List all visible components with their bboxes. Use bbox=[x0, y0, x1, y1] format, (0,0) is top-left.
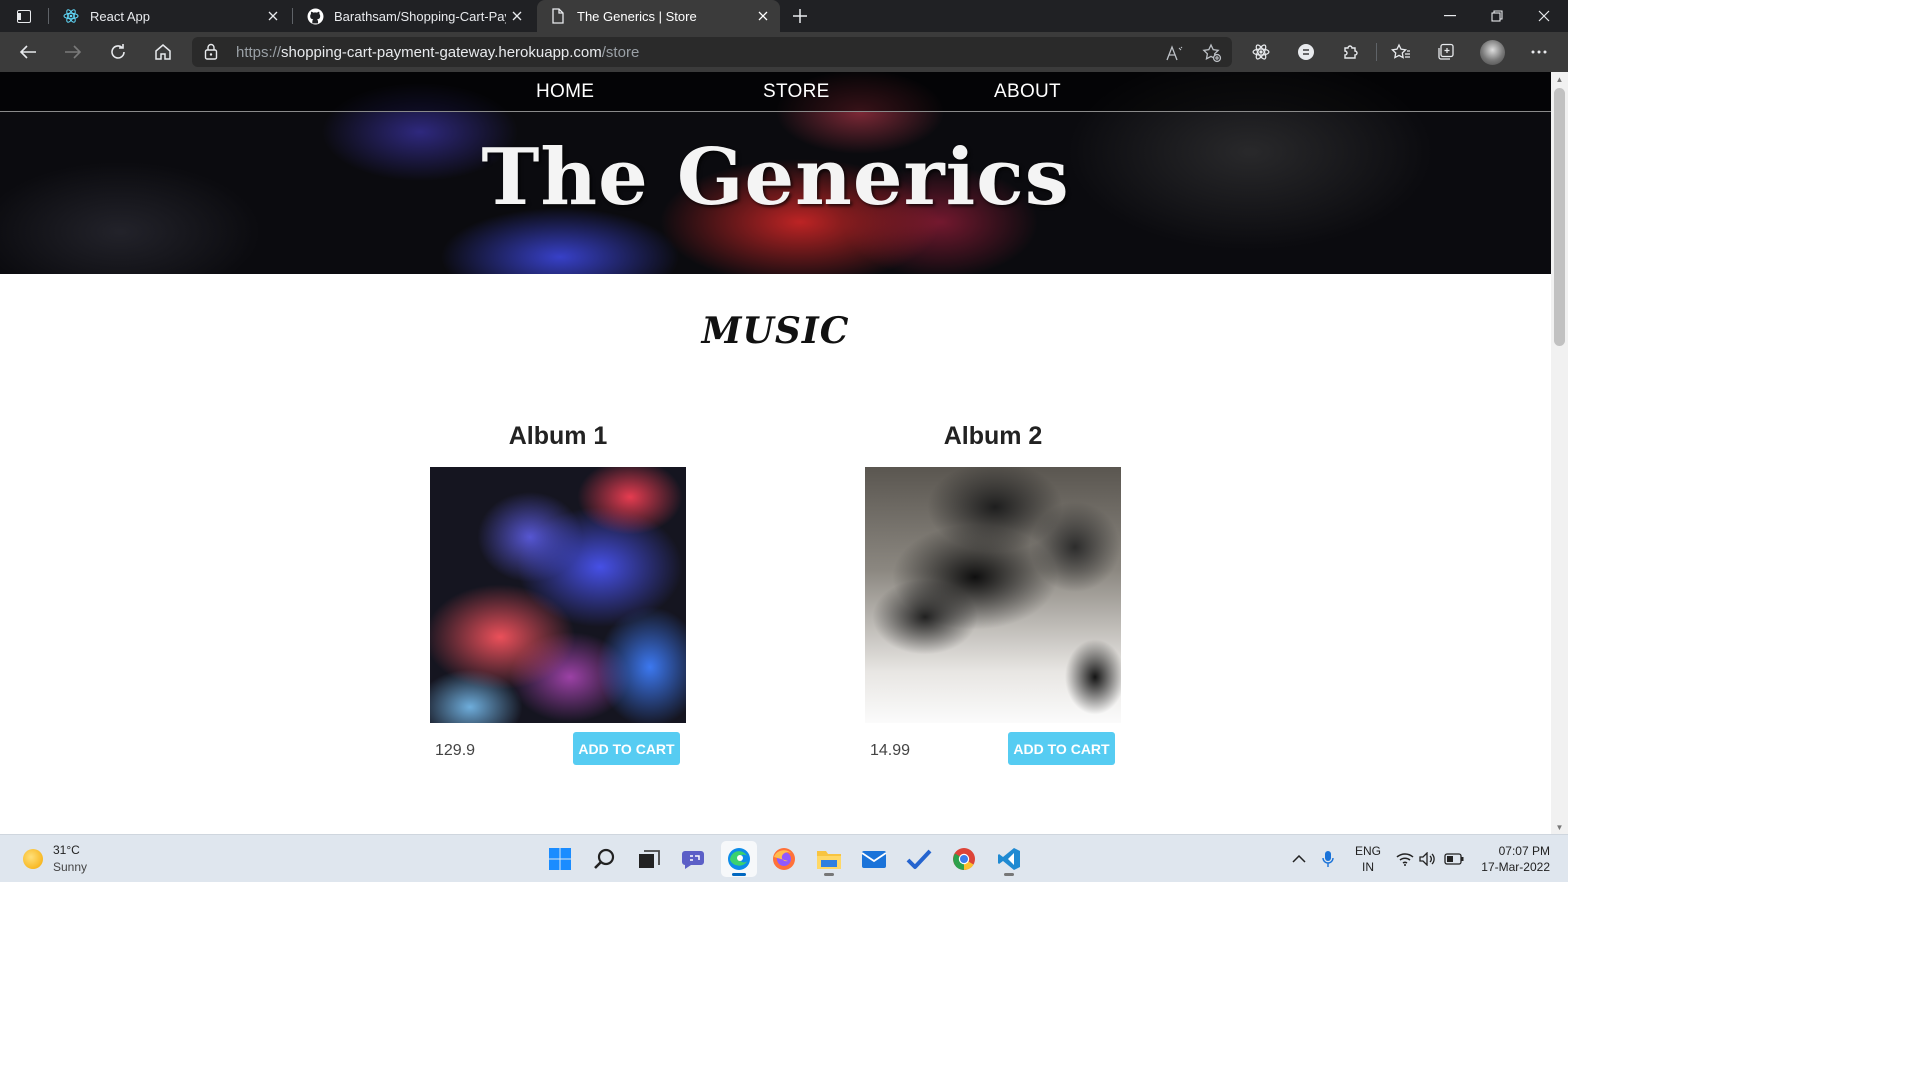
show-hidden-icons-chevron-icon[interactable] bbox=[1288, 847, 1310, 871]
language-code: ENG bbox=[1354, 844, 1381, 858]
hero-banner: HOME STORE ABOUT The Generics bbox=[0, 72, 1551, 274]
tab-github[interactable]: Barathsam/Shopping-Cart-Paym bbox=[294, 0, 534, 32]
chrome-icon[interactable] bbox=[946, 841, 982, 877]
section-title: MUSIC bbox=[701, 310, 850, 352]
home-icon[interactable] bbox=[147, 36, 179, 68]
scroll-up-icon[interactable]: ▲ bbox=[1551, 72, 1568, 86]
new-tab-icon[interactable] bbox=[788, 4, 812, 28]
windows-start-icon[interactable] bbox=[542, 841, 578, 877]
file-explorer-icon[interactable] bbox=[811, 841, 847, 877]
favorites-icon[interactable] bbox=[1385, 36, 1417, 68]
url-host: shopping-cart-payment-gateway.herokuapp.… bbox=[281, 44, 602, 61]
album-footer: 14.99 ADD TO CART bbox=[865, 732, 1121, 766]
task-view-icon[interactable] bbox=[631, 841, 667, 877]
react-icon bbox=[62, 7, 80, 25]
read-aloud-icon[interactable] bbox=[1164, 42, 1186, 64]
web-page: HOME STORE ABOUT The Generics MUSIC Albu… bbox=[0, 72, 1551, 834]
running-app-indicator bbox=[1004, 873, 1014, 876]
close-window-icon[interactable] bbox=[1521, 0, 1567, 32]
profile-avatar[interactable] bbox=[1480, 40, 1505, 65]
system-clock[interactable]: 07:07 PM 17-Mar-2022 bbox=[1470, 843, 1550, 875]
tab-actions-button[interactable] bbox=[10, 4, 38, 28]
clock-date: 17-Mar-2022 bbox=[1481, 860, 1550, 874]
running-app-indicator bbox=[824, 873, 834, 876]
weather-sun-icon[interactable] bbox=[23, 849, 43, 869]
close-tab-icon[interactable] bbox=[506, 5, 528, 27]
input-language-indicator[interactable]: ENG IN bbox=[1353, 843, 1383, 875]
extension-icon[interactable] bbox=[1290, 36, 1322, 68]
close-tab-icon[interactable] bbox=[262, 5, 284, 27]
restore-icon[interactable] bbox=[1474, 0, 1520, 32]
page-icon bbox=[549, 7, 567, 25]
vscode-icon[interactable] bbox=[991, 841, 1027, 877]
add-favorite-icon[interactable] bbox=[1201, 42, 1223, 64]
scroll-thumb[interactable] bbox=[1554, 88, 1565, 346]
url-scheme: https:// bbox=[236, 44, 282, 61]
tab-separator bbox=[48, 8, 49, 24]
site-brand-title: The Generics bbox=[481, 132, 1070, 223]
lock-icon[interactable] bbox=[204, 43, 222, 61]
album-price: 129.9 bbox=[435, 742, 476, 759]
close-tab-icon[interactable] bbox=[752, 5, 774, 27]
url-path: /store bbox=[601, 44, 640, 61]
firefox-icon[interactable] bbox=[766, 841, 802, 877]
url-text: https://shopping-cart-payment-gateway.he… bbox=[236, 44, 639, 61]
album-card: Album 2 14.99 ADD TO CART bbox=[865, 422, 1121, 766]
nav-home-link[interactable]: HOME bbox=[536, 81, 594, 103]
battery-icon[interactable] bbox=[1443, 847, 1465, 871]
volume-icon[interactable] bbox=[1417, 847, 1439, 871]
scroll-down-icon[interactable]: ▼ bbox=[1551, 820, 1568, 834]
add-to-cart-button[interactable]: ADD TO CART bbox=[573, 732, 680, 765]
tab-react-app[interactable]: React App bbox=[50, 0, 290, 32]
nav-store-link[interactable]: STORE bbox=[763, 81, 830, 103]
search-icon[interactable] bbox=[587, 841, 623, 877]
address-bar[interactable]: https://shopping-cart-payment-gateway.he… bbox=[192, 37, 1232, 67]
edge-browser-icon[interactable] bbox=[721, 841, 757, 877]
mail-icon[interactable] bbox=[856, 841, 892, 877]
extensions-puzzle-icon[interactable] bbox=[1335, 36, 1367, 68]
browser-tab-strip: React App Barathsam/Shopping-Cart-Paym T… bbox=[0, 0, 1568, 32]
forward-icon[interactable] bbox=[57, 36, 89, 68]
react-devtools-extension-icon[interactable] bbox=[1245, 36, 1277, 68]
windows-taskbar: 31°C Sunny ENG IN 07:07 PM 17-Mar-2022 bbox=[0, 834, 1568, 882]
tab-title: The Generics | Store bbox=[577, 8, 697, 24]
tab-title: React App bbox=[90, 8, 150, 24]
page-scrollbar[interactable]: ▲ ▼ bbox=[1551, 72, 1568, 834]
weather-temperature[interactable]: 31°C bbox=[53, 843, 80, 857]
todo-icon[interactable] bbox=[901, 841, 937, 877]
microphone-icon[interactable] bbox=[1317, 847, 1339, 871]
active-app-indicator bbox=[732, 873, 746, 876]
album-cover-image bbox=[865, 467, 1121, 723]
more-options-icon[interactable] bbox=[1523, 36, 1555, 68]
region-code: IN bbox=[1362, 860, 1374, 874]
tab-the-generics-store[interactable]: The Generics | Store bbox=[537, 0, 780, 32]
clock-time: 07:07 PM bbox=[1498, 844, 1550, 858]
toolbar-divider bbox=[1376, 43, 1377, 61]
album-title: Album 2 bbox=[943, 422, 1043, 450]
album-card: Album 1 129.9 ADD TO CART bbox=[430, 422, 686, 766]
teams-chat-icon[interactable] bbox=[676, 841, 712, 877]
site-nav: HOME STORE ABOUT bbox=[0, 72, 1551, 112]
add-to-cart-button[interactable]: ADD TO CART bbox=[1008, 732, 1115, 765]
collections-icon[interactable] bbox=[1430, 36, 1462, 68]
tab-separator bbox=[292, 8, 293, 24]
tab-title: Barathsam/Shopping-Cart-Paym bbox=[334, 8, 506, 24]
album-title: Album 1 bbox=[508, 422, 608, 450]
github-icon bbox=[306, 7, 324, 25]
wifi-icon[interactable] bbox=[1394, 847, 1416, 871]
album-cover-image bbox=[430, 467, 686, 723]
refresh-icon[interactable] bbox=[102, 36, 134, 68]
back-icon[interactable] bbox=[12, 36, 44, 68]
album-footer: 129.9 ADD TO CART bbox=[430, 732, 686, 766]
weather-condition[interactable]: Sunny bbox=[53, 860, 87, 874]
minimize-icon[interactable] bbox=[1427, 0, 1473, 32]
nav-about-link[interactable]: ABOUT bbox=[994, 81, 1061, 103]
album-price: 14.99 bbox=[870, 742, 911, 759]
